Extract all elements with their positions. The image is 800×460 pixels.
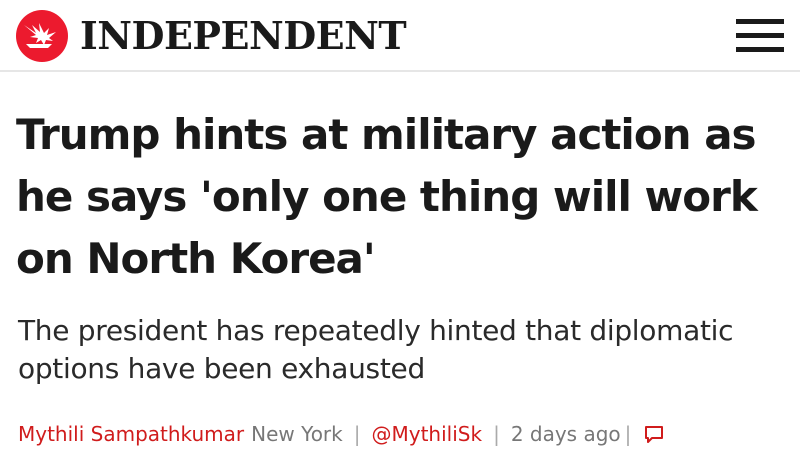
comments-button[interactable]: [643, 423, 665, 445]
comment-icon: [645, 426, 664, 443]
byline-separator: |: [624, 422, 632, 446]
eagle-icon: [24, 23, 56, 48]
twitter-handle-link[interactable]: @MythiliSk: [372, 420, 483, 448]
article-standfirst: The president has repeatedly hinted that…: [18, 314, 734, 385]
author-link[interactable]: Mythili Sampathkumar: [18, 420, 244, 448]
publish-time: 2 days ago: [510, 422, 621, 446]
dateline-location: New York: [251, 422, 343, 446]
article-byline: Mythili Sampathkumar New York | @Mythili…: [18, 420, 665, 448]
byline-separator: |: [493, 422, 500, 446]
byline-separator: |: [353, 422, 361, 446]
menu-button[interactable]: [736, 14, 786, 58]
site-logo[interactable]: [16, 10, 68, 62]
site-wordmark[interactable]: INDEPENDENT: [80, 12, 407, 60]
article-headline: Trump hints at military action as he say…: [16, 110, 758, 283]
site-header: INDEPENDENT: [0, 0, 800, 72]
